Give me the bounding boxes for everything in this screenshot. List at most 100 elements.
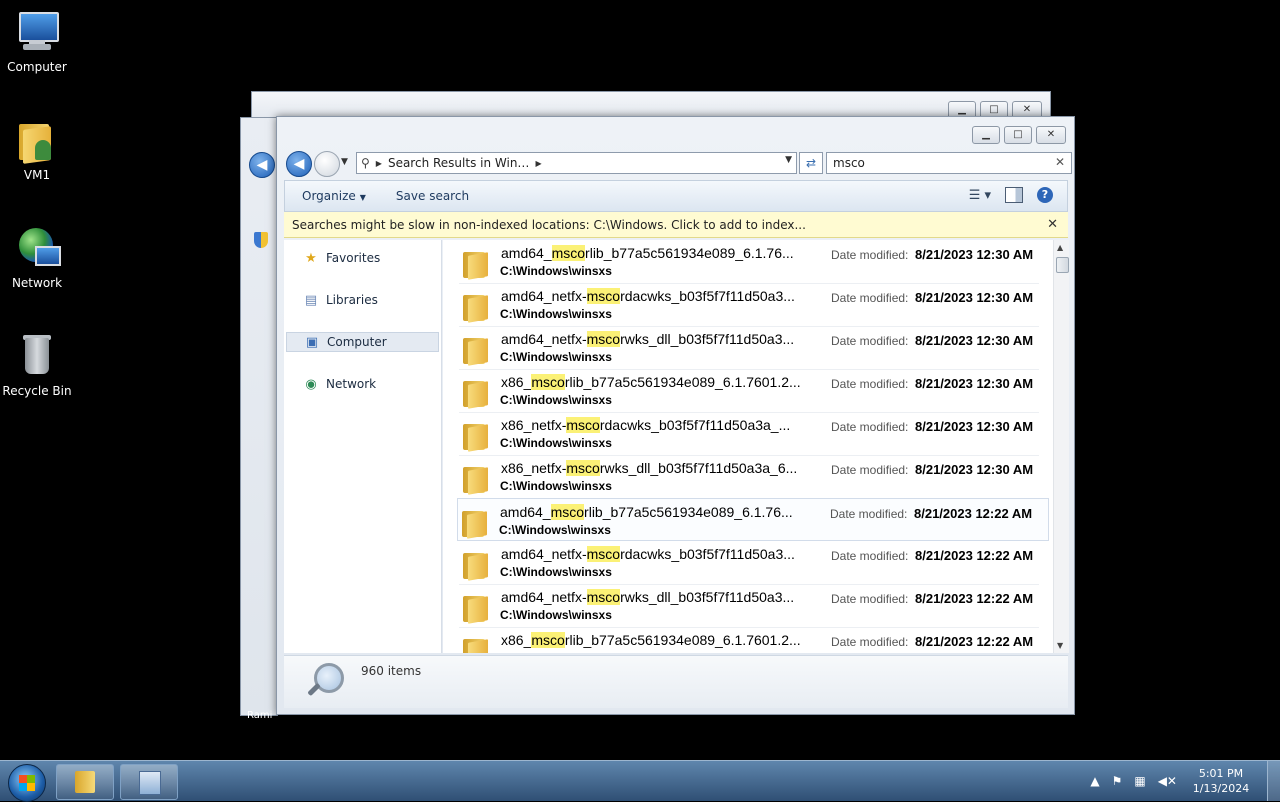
organize-button[interactable]: Organize ▼ <box>302 189 366 203</box>
back-arrow-icon[interactable]: ◀ <box>249 152 275 178</box>
nav-item-favorites[interactable]: ★ Favorites <box>286 248 439 268</box>
search-highlight: msco <box>531 632 565 648</box>
back-button[interactable]: ◀ <box>286 151 312 177</box>
list-item[interactable]: x86_mscorlib_b77a5c561934e089_6.1.7601.2… <box>459 369 1039 413</box>
recent-pages-dropdown[interactable]: ▼ <box>341 157 348 167</box>
clear-search-icon[interactable]: ✕ <box>1055 155 1065 169</box>
nav-item-computer[interactable]: ▣ Computer <box>286 332 439 352</box>
item-path: C:\Windows\winsxs <box>500 307 612 321</box>
clock-time: 5:01 PM <box>1198 767 1244 780</box>
network-icon: ◉ <box>305 376 317 392</box>
start-button[interactable] <box>8 764 46 802</box>
save-search-button[interactable]: Save search <box>396 189 469 203</box>
minimize-button[interactable]: ▁ <box>972 126 1000 144</box>
info-bar[interactable]: Searches might be slow in non-indexed lo… <box>284 212 1068 238</box>
action-center-icon[interactable]: ⚑ <box>1112 774 1123 788</box>
list-item[interactable]: x86_mscorlib_b77a5c561934e089_6.1.7601.2… <box>459 627 1039 653</box>
taskbar: ▲ ⚑ ▦ ◀✕ 5:01 PM 1/13/2024 <box>0 760 1280 802</box>
show-desktop-button[interactable] <box>1267 761 1280 801</box>
network-icon[interactable]: ▦ <box>1134 774 1145 788</box>
search-box[interactable]: ✕ <box>826 152 1072 174</box>
name-prefix: amd64_netfx- <box>501 546 587 562</box>
breadcrumb[interactable]: Search Results in Win… <box>388 156 529 170</box>
command-bar: Organize ▼ Save search ☰ ▾ ? <box>284 180 1068 212</box>
chevron-down-icon: ▼ <box>359 193 366 202</box>
folder-icon <box>463 594 489 624</box>
vertical-scrollbar[interactable]: ▲ ▼ <box>1053 240 1069 653</box>
address-dropdown-icon[interactable]: ▼ <box>785 155 792 165</box>
chevron-right-icon[interactable]: ▶ <box>535 159 541 168</box>
date-label: Date modified: <box>831 334 909 348</box>
list-item[interactable]: amd64_netfx-mscordacwks_b03f5f7f11d50a3.… <box>459 541 1039 585</box>
nav-item-network[interactable]: ◉ Network <box>286 374 439 394</box>
item-path: C:\Windows\winsxs <box>500 651 612 653</box>
item-path: C:\Windows\winsxs <box>500 565 612 579</box>
taskbar-explorer-button[interactable] <box>56 764 114 800</box>
item-path: C:\Windows\winsxs <box>500 393 612 407</box>
address-row: ◀ ▼ ⚲ ▶ Search Results in Win… ▶ ▼ ⇄ ✕ <box>284 151 1072 177</box>
clock[interactable]: 5:01 PM 1/13/2024 <box>1189 766 1253 796</box>
explorer-window[interactable]: ▁ □ ✕ ◀ ▼ ⚲ ▶ Search Results in Win… ▶ ▼… <box>276 116 1075 715</box>
name-prefix: amd64_netfx- <box>501 589 587 605</box>
forward-button[interactable] <box>314 151 340 177</box>
folder-icon <box>463 336 489 366</box>
item-name: amd64_mscorlib_b77a5c561934e089_6.1.76..… <box>500 504 820 520</box>
help-icon[interactable]: ? <box>1037 187 1053 203</box>
desktop-icon-network[interactable]: Network <box>0 224 74 290</box>
list-item[interactable]: x86_netfx-mscordacwks_b03f5f7f11d50a3a_.… <box>459 412 1039 456</box>
volume-muted-icon[interactable]: ◀✕ <box>1158 774 1177 788</box>
list-item[interactable]: amd64_mscorlib_b77a5c561934e089_6.1.76..… <box>457 498 1049 541</box>
date-label: Date modified: <box>831 592 909 606</box>
list-item[interactable]: x86_netfx-mscorwks_dll_b03f5f7f11d50a3a_… <box>459 455 1039 499</box>
scroll-thumb[interactable] <box>1056 257 1069 273</box>
list-item[interactable]: amd64_mscorlib_b77a5c561934e089_6.1.76..… <box>459 240 1039 284</box>
list-item[interactable]: amd64_netfx-mscorwks_dll_b03f5f7f11d50a3… <box>459 326 1039 370</box>
name-prefix: x86_netfx- <box>501 460 567 476</box>
search-highlight: msco <box>566 460 600 476</box>
strip-label: Rami <box>247 710 273 721</box>
search-highlight: msco <box>551 245 586 261</box>
name-suffix: rlib_b77a5c561934e089_6.1.76... <box>584 504 793 520</box>
desktop-icon-recycle-bin[interactable]: Recycle Bin <box>0 332 74 398</box>
computer-icon: ▣ <box>305 334 319 350</box>
partial-window[interactable]: ◀ Rami <box>240 117 278 721</box>
taskbar-control-panel-button[interactable] <box>120 764 178 800</box>
folder-icon <box>463 422 489 452</box>
date-modified: 8/21/2023 12:30 AM <box>915 462 1034 477</box>
organize-label: Organize <box>302 189 356 203</box>
search-input[interactable] <box>831 153 1045 173</box>
refresh-button[interactable]: ⇄ <box>799 152 823 174</box>
search-highlight: msco <box>586 288 621 304</box>
nav-item-libraries[interactable]: ▤ Libraries <box>286 290 439 310</box>
folder-icon <box>75 771 95 793</box>
date-modified: 8/21/2023 12:22 AM <box>915 591 1034 606</box>
list-item[interactable]: amd64_netfx-mscorwks_dll_b03f5f7f11d50a3… <box>459 584 1039 628</box>
show-hidden-icons-icon[interactable]: ▲ <box>1090 774 1099 788</box>
nav-item-label: Favorites <box>326 251 381 265</box>
search-highlight: msco <box>586 546 621 562</box>
name-suffix: rwks_dll_b03f5f7f11d50a3a_6... <box>599 460 798 476</box>
maximize-button[interactable]: □ <box>1004 126 1032 144</box>
computer-icon <box>13 8 61 56</box>
scroll-down-icon[interactable]: ▼ <box>1057 641 1063 650</box>
desktop-icon-computer[interactable]: Computer <box>0 8 74 74</box>
close-button[interactable]: ✕ <box>1036 126 1066 144</box>
search-highlight: msco <box>566 417 600 433</box>
list-item[interactable]: amd64_netfx-mscordacwks_b03f5f7f11d50a3.… <box>459 283 1039 327</box>
desktop-icon-vm1[interactable]: VM1 <box>0 116 74 182</box>
address-bar[interactable]: ⚲ ▶ Search Results in Win… ▶ ▼ <box>356 152 797 174</box>
name-suffix: rdacwks_b03f5f7f11d50a3... <box>620 546 795 562</box>
item-name: x86_mscorlib_b77a5c561934e089_6.1.7601.2… <box>501 374 821 390</box>
name-suffix: rwks_dll_b03f5f7f11d50a3... <box>620 331 795 347</box>
chevron-right-icon[interactable]: ▶ <box>376 159 382 168</box>
control-panel-icon <box>139 771 161 795</box>
search-icon: ⚲ <box>361 156 370 170</box>
scroll-up-icon[interactable]: ▲ <box>1057 243 1063 252</box>
item-name: x86_mscorlib_b77a5c561934e089_6.1.7601.2… <box>501 632 821 648</box>
preview-pane-icon[interactable] <box>1005 187 1023 203</box>
item-count: 960 items <box>361 664 422 678</box>
close-icon[interactable]: ✕ <box>1047 212 1058 238</box>
date-label: Date modified: <box>831 377 909 391</box>
change-view-icon[interactable]: ☰ ▾ <box>969 188 991 203</box>
name-prefix: x86_netfx- <box>501 417 567 433</box>
